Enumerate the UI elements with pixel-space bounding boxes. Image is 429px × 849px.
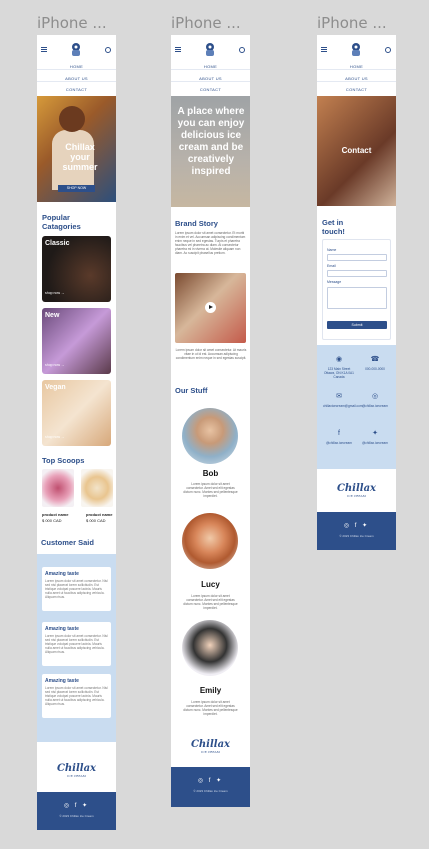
staff-bio: Lorem ipsum dolor sit amet consectetur. … [183,482,238,498]
twitter-item[interactable]: ✦ @chillax.icecream [359,429,391,445]
search-icon[interactable] [239,47,245,53]
contact-form: Name Email Message Submit [322,239,391,340]
copyright: © 2023 Chillax Ice Cream [59,814,94,818]
staff-photo-lucy [182,513,238,569]
testimonial-card: Amazing taste Lorem ipsum dolor sit amet… [42,622,111,666]
play-icon[interactable] [205,302,216,313]
product-price: $ 000 CAD [86,518,106,523]
address-item: ◉ 123 Main Street Ottawa, ON K1A 0A1 Cana… [324,356,354,379]
nav-home[interactable]: HOME [317,64,396,69]
footer-logo[interactable]: Chillax ICE CREAM [37,763,116,778]
category-card-new[interactable]: New shop now → [42,308,111,374]
staff-photo-bob [182,408,238,464]
contact-hero: Contact [317,96,396,206]
top-scoops-title: Top Scoops [42,456,85,465]
nav-about[interactable]: ABOUT US [171,76,250,81]
contact-frame: HOME ABOUT US CONTACT Contact Get in tou… [317,35,396,550]
message-field[interactable] [327,287,387,309]
social-icons[interactable]: ◎ f ✦ [317,522,396,529]
facebook-icon: f [338,430,340,437]
contact-info-section: ◉ 123 Main Street Ottawa, ON K1A 0A1 Cana… [317,345,396,469]
hero-title: Chillax your summer [62,142,98,172]
brand-story-title: Brand Story [175,219,218,228]
message-label: Message [327,280,342,284]
logo-icon[interactable] [203,42,217,58]
staff-bio: Lorem ipsum dolor sit amet consectetur. … [183,594,238,610]
search-icon[interactable] [105,47,111,53]
email-field[interactable] [327,270,387,277]
product-name: product name [42,512,69,517]
footer-logo[interactable]: Chillax ICE CREAM [317,483,396,498]
nav-contact[interactable]: CONTACT [171,87,250,92]
menu-icon[interactable] [41,47,47,52]
menu-icon[interactable] [175,47,181,52]
nav-home[interactable]: HOME [37,64,116,69]
menu-icon[interactable] [321,47,327,52]
testimonial-card: Amazing taste Lorem ipsum dolor sit amet… [42,674,111,718]
search-icon[interactable] [385,47,391,53]
copyright: © 2023 Chillax Ice Cream [339,534,374,538]
footer: ◎ f ✦ © 2023 Chillax Ice Cream [37,792,116,830]
name-label: Name [327,248,337,252]
staff-bio: Lorem ipsum dolor sit amet consectetur. … [183,700,238,716]
category-card-vegan[interactable]: Vegan shop now → [42,380,111,446]
mail-icon: ✉ [336,393,342,400]
home-frame: HOME ABOUT US CONTACT Chillax your summe… [37,35,116,830]
facebook-item[interactable]: f @chillax.icecream [323,429,355,445]
social-icons[interactable]: ◎ f ✦ [171,777,250,784]
about-frame: HOME ABOUT US CONTACT A place where you … [171,35,250,807]
logo-icon[interactable] [349,42,363,58]
our-stuff-title: Our Stuff [175,386,208,395]
product-image[interactable] [81,469,113,507]
video-caption: Lorem ipsum dolor sit amet consectetur. … [175,348,247,360]
get-in-touch-title: Get in touch! [322,218,345,236]
email-label: Email [327,264,336,268]
phone-icon: ☎ [370,356,380,363]
staff-name: Emily [199,686,222,695]
phone-item[interactable]: ☎ 000-000-0000 [359,355,391,371]
header: HOME ABOUT US CONTACT [171,35,250,96]
nav-about[interactable]: ABOUT US [317,76,396,81]
staff-name: Bob [202,469,219,478]
about-hero-title: A place where you can enjoy delicious ic… [177,106,245,177]
header: HOME ABOUT US CONTACT [37,35,116,96]
product-name: product name [86,512,113,517]
copyright: © 2023 Chillax Ice Cream [193,789,228,793]
nav-home[interactable]: HOME [171,64,250,69]
nav-contact[interactable]: CONTACT [317,87,396,92]
nav-contact[interactable]: CONTACT [37,87,116,92]
map-pin-icon: ◉ [335,356,343,363]
contact-hero-title: Contact [341,146,372,155]
twitter-icon: ✦ [372,430,378,437]
brand-story-text: Lorem ipsum dolor sit amet consectetur. … [175,231,246,255]
testimonials-section: Amazing taste Lorem ipsum dolor sit amet… [37,554,116,742]
staff-photo-emily [182,620,238,676]
popular-categories-title: Popular Catagories [42,213,81,231]
footer: ◎ f ✦ © 2023 Chillax Ice Cream [171,767,250,807]
footer: ◎ f ✦ © 2023 Chillax Ice Cream [317,512,396,550]
email-item[interactable]: ✉ chillaxicecream@gmail.com [323,392,363,408]
product-image[interactable] [42,469,74,507]
shop-now-button[interactable]: SHOP NOW [58,185,95,192]
frame-label-about: iPhone ... [171,14,241,32]
name-field[interactable] [327,254,387,261]
hero-banner: Chillax your summer SHOP NOW [37,96,116,202]
header: HOME ABOUT US CONTACT [317,35,396,96]
video-thumbnail[interactable] [175,273,246,343]
customer-said-title: Customer Said [41,538,94,547]
product-price: $ 000 CAD [42,518,62,523]
about-hero: A place where you can enjoy delicious ic… [171,96,250,207]
frame-label-home: iPhone ... [37,14,107,32]
instagram-icon: ◎ [371,393,379,400]
logo-icon[interactable] [69,42,83,58]
nav-about[interactable]: ABOUT US [37,76,116,81]
submit-button[interactable]: Submit [327,321,387,329]
social-icons[interactable]: ◎ f ✦ [37,802,116,809]
frame-label-contact: iPhone ... [317,14,387,32]
staff-name: Lucy [201,580,220,589]
category-card-classic[interactable]: Classic shop now → [42,236,111,302]
footer-logo[interactable]: Chillax ICE CREAM [171,739,250,754]
testimonial-card: Amazing taste Lorem ipsum dolor sit amet… [42,567,111,611]
instagram-item[interactable]: ◎ @chillax.icecream [359,392,391,408]
